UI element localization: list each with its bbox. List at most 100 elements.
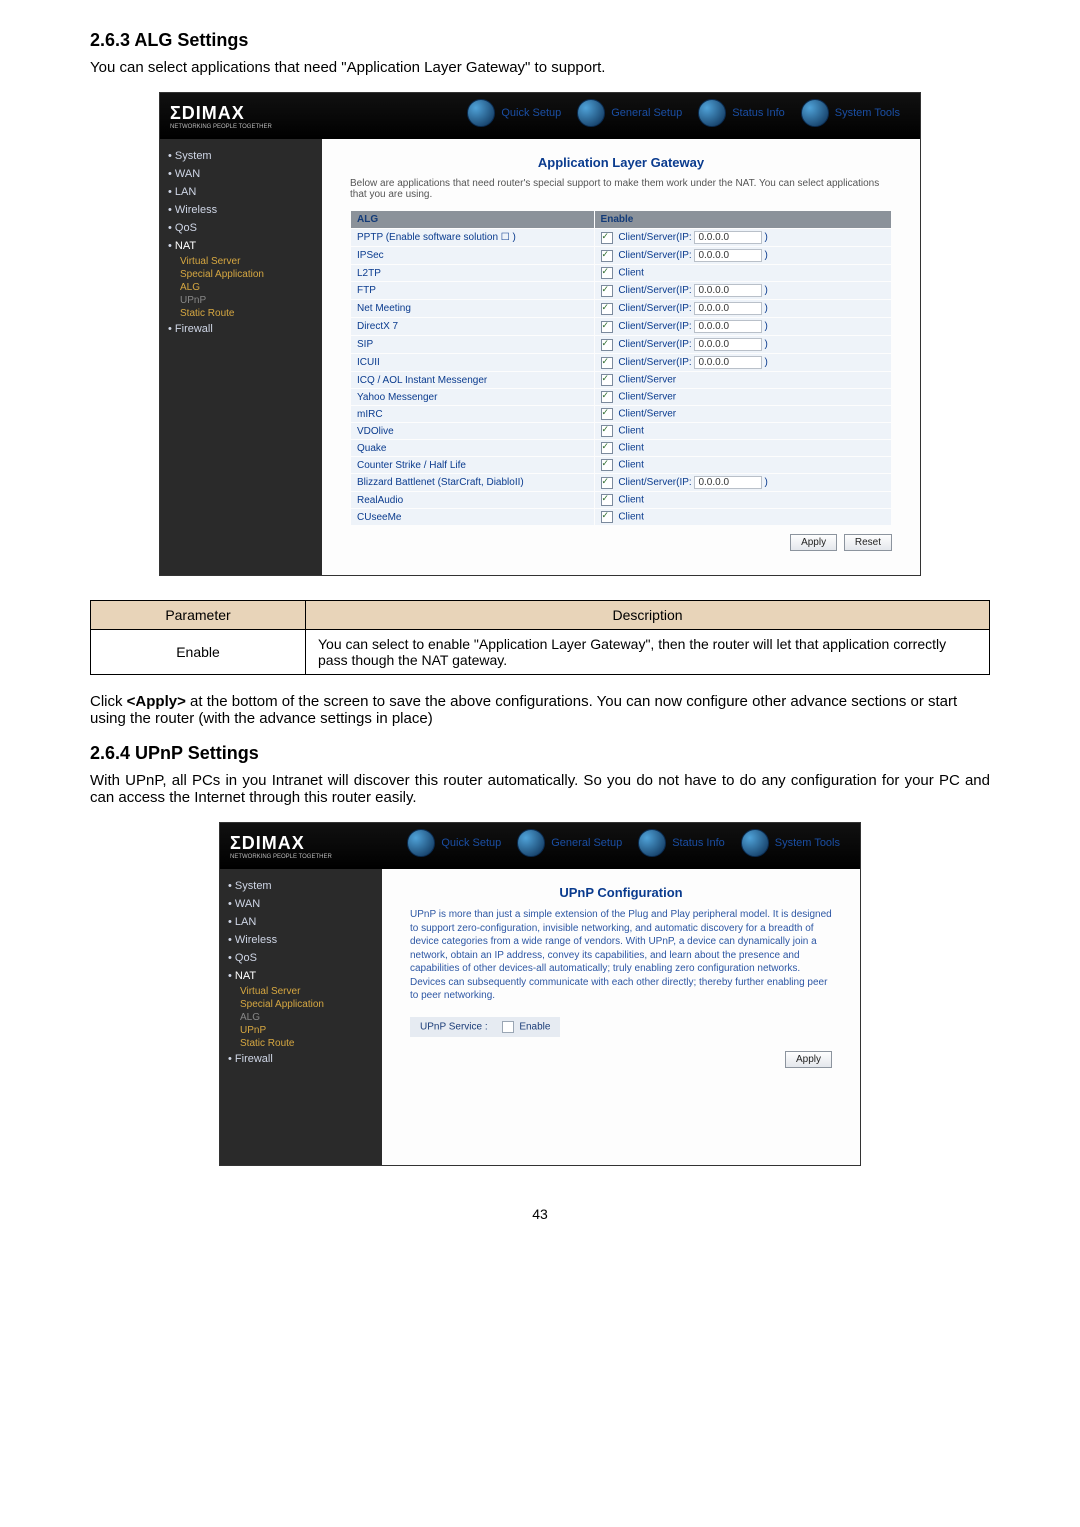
nav-static-route[interactable]: Static Route xyxy=(226,1037,376,1050)
alg-row-enable: Client/Server(IP: 0.0.0.0) xyxy=(595,318,891,335)
nav-system[interactable]: System xyxy=(166,147,316,165)
apply-note: Click <Apply> at the bottom of the scree… xyxy=(90,693,990,727)
ip-input[interactable]: 0.0.0.0 xyxy=(694,320,762,333)
enable-checkbox[interactable] xyxy=(601,442,613,454)
brand-logo: ΣDIMAX xyxy=(170,103,245,123)
ip-input[interactable]: 0.0.0.0 xyxy=(694,338,762,351)
globe-icon xyxy=(467,99,495,127)
nav-wan[interactable]: WAN xyxy=(166,165,316,183)
alg-row-name: FTP xyxy=(351,282,594,299)
enable-checkbox[interactable] xyxy=(601,408,613,420)
tab-status-info[interactable]: Status Info xyxy=(732,107,785,119)
nav-lan[interactable]: LAN xyxy=(166,183,316,201)
param-row-desc: You can select to enable "Application La… xyxy=(306,630,990,675)
enable-checkbox[interactable] xyxy=(601,285,613,297)
reset-button[interactable]: Reset xyxy=(844,534,892,551)
globe-icon xyxy=(698,99,726,127)
apply-note-suffix: at the bottom of the screen to save the … xyxy=(90,693,957,727)
ip-input[interactable]: 0.0.0.0 xyxy=(694,356,762,369)
apply-button[interactable]: Apply xyxy=(790,534,837,551)
ip-input[interactable]: 0.0.0.0 xyxy=(694,284,762,297)
enable-checkbox[interactable] xyxy=(601,477,613,489)
enable-checkbox[interactable] xyxy=(601,459,613,471)
nav-virtual-server[interactable]: Virtual Server xyxy=(226,985,376,998)
enable-checkbox[interactable] xyxy=(601,494,613,506)
alg-row-name: RealAudio xyxy=(351,492,594,508)
alg-table: ALG Enable PPTP (Enable software solutio… xyxy=(350,210,892,526)
enable-checkbox[interactable] xyxy=(601,303,613,315)
tab-system-tools[interactable]: System Tools xyxy=(835,107,900,119)
alg-row-enable: Client xyxy=(595,492,891,508)
enable-checkbox[interactable] xyxy=(601,374,613,386)
section-263-heading: 2.6.3 ALG Settings xyxy=(90,30,990,51)
alg-row-enable: Client xyxy=(595,440,891,456)
nav-wireless[interactable]: Wireless xyxy=(166,201,316,219)
brand-logo: ΣDIMAX xyxy=(230,833,305,853)
upnp-enable-checkbox[interactable] xyxy=(502,1021,514,1033)
ip-input[interactable]: 0.0.0.0 xyxy=(694,476,762,489)
alg-title: Application Layer Gateway xyxy=(350,155,892,170)
alg-row-enable: Client/Server(IP: 0.0.0.0) xyxy=(595,247,891,264)
ip-input[interactable]: 0.0.0.0 xyxy=(694,249,762,262)
apply-note-prefix: Click xyxy=(90,693,127,710)
nav-qos[interactable]: QoS xyxy=(166,219,316,237)
section-264-heading: 2.6.4 UPnP Settings xyxy=(90,743,990,764)
enable-checkbox[interactable] xyxy=(601,321,613,333)
alg-row-name: CUseeMe xyxy=(351,509,594,525)
nav-special-application[interactable]: Special Application xyxy=(166,268,316,281)
alg-row-name: PPTP (Enable software solution ☐ ) xyxy=(351,229,594,246)
nav-firewall[interactable]: Firewall xyxy=(166,320,316,338)
sidebar: System WAN LAN Wireless QoS NAT Virtual … xyxy=(160,139,322,575)
nav-firewall[interactable]: Firewall xyxy=(226,1050,376,1068)
apply-button[interactable]: Apply xyxy=(785,1051,832,1068)
nav-alg[interactable]: ALG xyxy=(166,281,316,294)
enable-checkbox[interactable] xyxy=(601,425,613,437)
alg-col-alg: ALG xyxy=(351,211,594,228)
brand-tagline: NETWORKING PEOPLE TOGETHER xyxy=(230,854,332,860)
tab-quick-setup[interactable]: Quick Setup xyxy=(441,837,501,849)
nav-system[interactable]: System xyxy=(226,877,376,895)
alg-row-enable: Client xyxy=(595,509,891,525)
enable-checkbox[interactable] xyxy=(601,232,613,244)
ip-input[interactable]: 0.0.0.0 xyxy=(694,302,762,315)
nav-wireless[interactable]: Wireless xyxy=(226,931,376,949)
enable-checkbox[interactable] xyxy=(601,339,613,351)
enable-checkbox[interactable] xyxy=(601,391,613,403)
enable-checkbox[interactable] xyxy=(601,511,613,523)
tab-system-tools[interactable]: System Tools xyxy=(775,837,840,849)
alg-row-name: DirectX 7 xyxy=(351,318,594,335)
upnp-enable-label: Enable xyxy=(519,1021,550,1032)
tab-quick-setup[interactable]: Quick Setup xyxy=(501,107,561,119)
param-row-label: Enable xyxy=(91,630,306,675)
alg-row-name: Yahoo Messenger xyxy=(351,389,594,405)
tab-status-info[interactable]: Status Info xyxy=(672,837,725,849)
globe-icon xyxy=(801,99,829,127)
enable-checkbox[interactable] xyxy=(601,267,613,279)
nav-qos[interactable]: QoS xyxy=(226,949,376,967)
nav-upnp[interactable]: UPnP xyxy=(166,294,316,307)
alg-row-name: Net Meeting xyxy=(351,300,594,317)
tab-general-setup[interactable]: General Setup xyxy=(551,837,622,849)
nav-upnp[interactable]: UPnP xyxy=(226,1024,376,1037)
nav-special-application[interactable]: Special Application xyxy=(226,998,376,1011)
alg-row-enable: Client/Server(IP: 0.0.0.0) xyxy=(595,336,891,353)
enable-checkbox[interactable] xyxy=(601,250,613,262)
alg-row-name: mIRC xyxy=(351,406,594,422)
alg-row-name: ICQ / AOL Instant Messenger xyxy=(351,372,594,388)
alg-row-name: Counter Strike / Half Life xyxy=(351,457,594,473)
nav-alg[interactable]: ALG xyxy=(226,1011,376,1024)
section-263-intro: You can select applications that need "A… xyxy=(90,59,990,76)
enable-checkbox[interactable] xyxy=(601,357,613,369)
nav-static-route[interactable]: Static Route xyxy=(166,307,316,320)
nav-wan[interactable]: WAN xyxy=(226,895,376,913)
nav-virtual-server[interactable]: Virtual Server xyxy=(166,255,316,268)
alg-row-enable: Client/Server xyxy=(595,372,891,388)
alg-row-name: Blizzard Battlenet (StarCraft, DiabloII) xyxy=(351,474,594,491)
tab-general-setup[interactable]: General Setup xyxy=(611,107,682,119)
nav-nat[interactable]: NAT xyxy=(226,967,376,985)
param-table: Parameter Description Enable You can sel… xyxy=(90,600,990,675)
nav-nat[interactable]: NAT xyxy=(166,237,316,255)
ip-input[interactable]: 0.0.0.0 xyxy=(694,231,762,244)
alg-row-enable: Client xyxy=(595,423,891,439)
nav-lan[interactable]: LAN xyxy=(226,913,376,931)
